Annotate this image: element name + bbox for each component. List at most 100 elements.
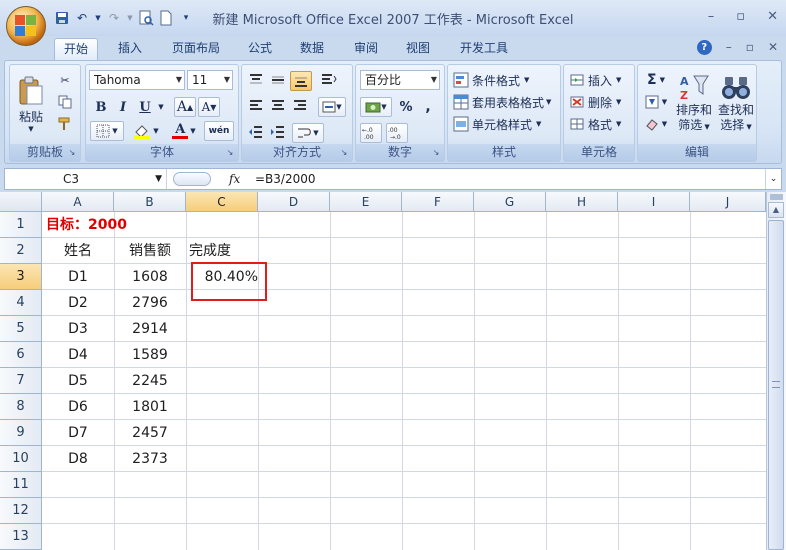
borders-dropdown-icon[interactable]: ▼ [112,127,117,135]
select-all-corner[interactable] [0,192,42,212]
insert-cells-button[interactable]: 插入 ▼ [568,70,632,90]
column-header-b[interactable]: B [114,192,186,212]
close-icon[interactable]: ✕ [767,9,778,24]
font-name-dropdown-icon[interactable]: ▼ [176,71,182,89]
fill-dropdown-icon[interactable]: ▼ [662,98,667,106]
format-as-table-button[interactable]: 套用表格格式 ▼ [452,92,558,112]
split-handle-icon[interactable] [770,194,783,200]
accounting-dropdown-icon[interactable]: ▼ [381,103,386,111]
row-header-12[interactable]: 12 [0,498,42,524]
column-header-c[interactable]: C [186,192,258,212]
maximize-icon[interactable]: ▫ [736,9,745,24]
fill-button[interactable]: ▼ [642,92,670,112]
cell-styles-dropdown-icon[interactable]: ▼ [536,120,541,128]
column-header-d[interactable]: D [258,192,330,212]
row-header-2[interactable]: 2 [0,238,42,264]
font-size-combo[interactable]: 11 ▼ [187,70,233,90]
row-header-13[interactable]: 13 [0,524,42,550]
insert-cells-dropdown-icon[interactable]: ▼ [616,76,621,84]
cell-a10[interactable]: D8 [42,446,114,472]
cell-a7[interactable]: D5 [42,368,114,394]
vertical-scrollbar[interactable]: ▲ [766,192,786,550]
column-header-e[interactable]: E [330,192,402,212]
cell-a3[interactable]: D1 [42,264,114,290]
align-middle-icon[interactable] [268,71,288,89]
delete-cells-button[interactable]: 删除 ▼ [568,92,632,112]
tab-page-layout[interactable]: 页面布局 [164,38,228,60]
orientation-icon[interactable] [318,71,340,89]
percent-style-icon[interactable]: % [396,97,416,117]
align-center-icon[interactable] [268,97,288,115]
row-header-6[interactable]: 6 [0,342,42,368]
tab-home[interactable]: 开始 [54,38,98,60]
row-header-9[interactable]: 9 [0,420,42,446]
increase-indent-icon[interactable] [268,123,288,141]
find-select-dropdown-icon[interactable]: ▼ [744,123,751,131]
cell-a5[interactable]: D3 [42,316,114,342]
cell-b8[interactable]: 1801 [114,394,186,420]
phonetic-button[interactable]: wén [204,121,234,141]
column-header-a[interactable]: A [42,192,114,212]
clear-button[interactable]: ▼ [642,114,670,134]
format-cells-button[interactable]: 格式 ▼ [568,114,632,134]
delete-cells-dropdown-icon[interactable]: ▼ [616,98,621,106]
align-bottom-icon[interactable] [290,71,312,91]
tab-view[interactable]: 视图 [398,38,438,60]
row-header-11[interactable]: 11 [0,472,42,498]
autosum-button[interactable]: Σ ▼ [642,70,670,90]
underline-dropdown-icon[interactable]: ▼ [156,97,166,117]
column-header-g[interactable]: G [474,192,546,212]
format-as-table-dropdown-icon[interactable]: ▼ [546,98,551,106]
scroll-up-icon[interactable]: ▲ [768,202,784,218]
paste-dropdown-icon[interactable]: ▼ [28,125,33,133]
worksheet-grid[interactable]: A B C D E F G H I J 1 2 3 4 5 6 7 8 9 10… [0,192,786,550]
office-button[interactable] [6,6,46,46]
column-header-f[interactable]: F [402,192,474,212]
merge-dropdown-icon[interactable]: ▼ [336,103,341,111]
expand-formula-bar-icon[interactable]: ⌄ [765,169,781,189]
align-left-icon[interactable] [246,97,266,115]
format-cells-dropdown-icon[interactable]: ▼ [616,120,621,128]
row-header-4[interactable]: 4 [0,290,42,316]
fill-color-button[interactable]: ▼ [128,121,164,141]
tab-developer[interactable]: 开发工具 [452,38,516,60]
tab-review[interactable]: 审阅 [346,38,386,60]
name-box-dropdown-icon[interactable]: ▼ [155,169,162,189]
doc-restore-icon[interactable]: ▫ [746,40,754,55]
decrease-indent-icon[interactable] [246,123,266,141]
row-header-3[interactable]: 3 [0,264,42,290]
wrap-text-dropdown-icon[interactable]: ▼ [313,129,318,137]
formula-input[interactable]: =B3/2000 [255,169,316,189]
column-header-j[interactable]: J [690,192,766,212]
fill-color-dropdown-icon[interactable]: ▼ [153,127,158,135]
sort-filter-dropdown-icon[interactable]: ▼ [702,123,709,131]
row-header-1[interactable]: 1 [0,212,42,238]
copy-icon[interactable] [56,93,74,111]
increase-decimal-icon[interactable]: ←.0.00 [360,123,382,143]
row-header-5[interactable]: 5 [0,316,42,342]
number-format-combo[interactable]: 百分比 ▼ [360,70,440,90]
column-header-h[interactable]: H [546,192,618,212]
insert-function-icon[interactable]: fx [229,169,240,189]
cell-b7[interactable]: 2245 [114,368,186,394]
tab-data[interactable]: 数据 [292,38,332,60]
cell-a1-target[interactable]: 目标：2000 [46,212,127,238]
cell-b9[interactable]: 2457 [114,420,186,446]
accounting-format-button[interactable]: ▼ [360,97,392,117]
name-box[interactable]: C3 ▼ [5,169,167,189]
cell-c2-completion-header[interactable]: 完成度 [189,238,231,264]
conditional-formatting-button[interactable]: 条件格式 ▼ [452,70,558,90]
cell-styles-button[interactable]: 单元格样式 ▼ [452,114,558,134]
italic-button[interactable]: I [114,97,132,117]
merge-center-button[interactable]: ▼ [318,97,346,117]
cell-a6[interactable]: D4 [42,342,114,368]
row-header-8[interactable]: 8 [0,394,42,420]
doc-close-icon[interactable]: ✕ [768,40,778,55]
number-launcher-icon[interactable]: ↘ [431,148,441,158]
shrink-font-button[interactable]: A ▼ [198,97,220,117]
font-name-combo[interactable]: Tahoma ▼ [89,70,185,90]
cell-b6[interactable]: 1589 [114,342,186,368]
paste-button[interactable]: 粘贴 ▼ [14,69,48,139]
cell-a9[interactable]: D7 [42,420,114,446]
autosum-dropdown-icon[interactable]: ▼ [660,76,665,84]
